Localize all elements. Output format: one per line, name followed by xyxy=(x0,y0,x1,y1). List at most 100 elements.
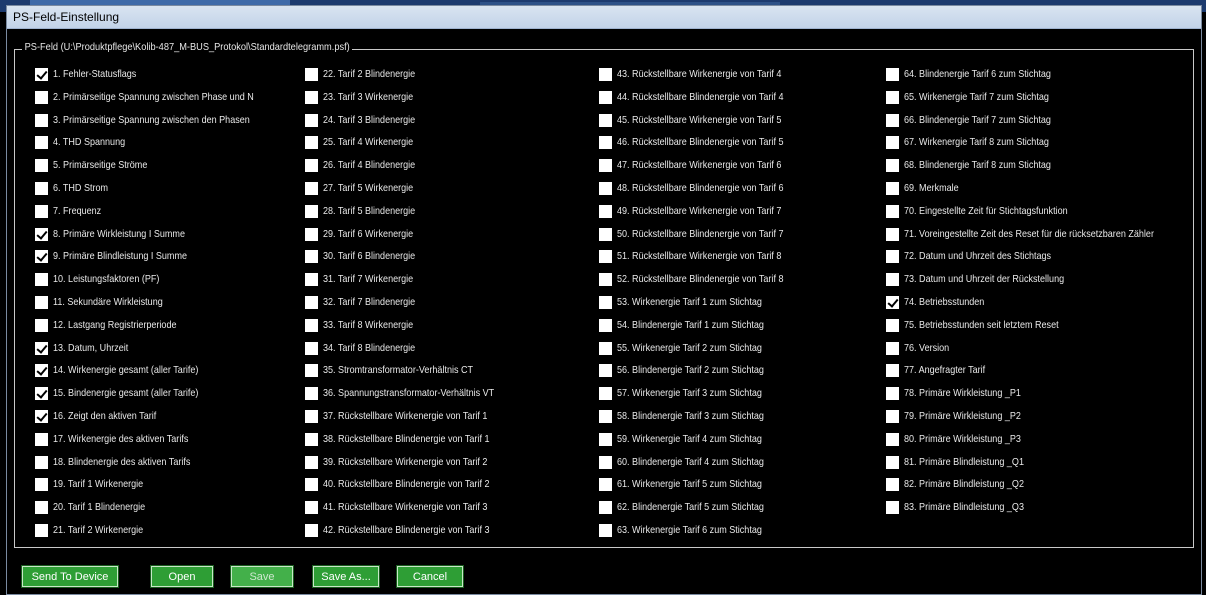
checkbox[interactable] xyxy=(305,409,318,423)
field-option[interactable]: 62. Blindenergie Tarif 5 zum Stichtag xyxy=(599,499,788,515)
field-option[interactable]: 28. Tarif 5 Blindenergie xyxy=(305,203,430,219)
checkbox[interactable] xyxy=(599,341,612,355)
field-option[interactable]: 78. Primäre Wirkleistung _P1 xyxy=(886,385,1040,401)
checkbox[interactable] xyxy=(35,500,48,514)
field-option[interactable]: 11. Sekundäre Wirkleistung xyxy=(35,294,181,310)
checkbox[interactable] xyxy=(305,158,318,172)
field-option[interactable]: 37. Rückstellbare Wirkenergie von Tarif … xyxy=(305,408,514,424)
checkbox[interactable] xyxy=(886,432,899,446)
checkbox[interactable] xyxy=(886,67,899,81)
checkbox[interactable] xyxy=(599,318,612,332)
checkbox[interactable] xyxy=(305,500,318,514)
save-button[interactable]: Save xyxy=(230,565,294,588)
checkbox[interactable] xyxy=(886,249,899,263)
checkbox[interactable] xyxy=(35,272,48,286)
checkbox[interactable] xyxy=(35,158,48,172)
checkbox[interactable] xyxy=(886,500,899,514)
field-option[interactable]: 61. Wirkenergie Tarif 5 zum Stichtag xyxy=(599,476,785,492)
checkbox[interactable] xyxy=(305,295,318,309)
checkbox[interactable] xyxy=(599,386,612,400)
checkbox[interactable] xyxy=(599,455,612,469)
save-as-button[interactable]: Save As... xyxy=(312,565,380,588)
field-option[interactable]: 3. Primärseitige Spannung zwischen den P… xyxy=(35,112,282,128)
field-option[interactable]: 67. Wirkenergie Tarif 8 zum Stichtag xyxy=(886,134,1072,150)
field-option[interactable]: 4. THD Spannung xyxy=(35,134,137,150)
field-option[interactable]: 57. Wirkenergie Tarif 3 zum Stichtag xyxy=(599,385,785,401)
checkbox[interactable] xyxy=(35,477,48,491)
field-option[interactable]: 68. Blindenergie Tarif 8 zum Stichtag xyxy=(886,157,1075,173)
field-option[interactable]: 69. Merkmale xyxy=(886,180,968,196)
field-option[interactable]: 23. Tarif 3 Wirkenergie xyxy=(305,89,428,105)
checkbox[interactable] xyxy=(886,363,899,377)
field-option[interactable]: 7. Frequenz xyxy=(35,203,109,219)
field-option[interactable]: 26. Tarif 4 Blindenergie xyxy=(305,157,430,173)
checkbox[interactable] xyxy=(599,204,612,218)
field-option[interactable]: 31. Tarif 7 Wirkenergie xyxy=(305,271,428,287)
checkbox[interactable] xyxy=(886,181,899,195)
field-option[interactable]: 48. Rückstellbare Blindenergie von Tarif… xyxy=(599,180,811,196)
field-option[interactable]: 52. Rückstellbare Blindenergie von Tarif… xyxy=(599,271,811,287)
field-option[interactable]: 24. Tarif 3 Blindenergie xyxy=(305,112,430,128)
checkbox[interactable] xyxy=(886,158,899,172)
field-option[interactable]: 64. Blindenergie Tarif 6 zum Stichtag xyxy=(886,66,1075,82)
checkbox[interactable] xyxy=(599,523,612,537)
field-option[interactable]: 20. Tarif 1 Blindenergie xyxy=(35,499,160,515)
field-option[interactable]: 74. Betriebsstunden xyxy=(886,294,997,310)
field-option[interactable]: 6. THD Strom xyxy=(35,180,117,196)
field-option[interactable]: 15. Bindenergie gesamt (aller Tarife) xyxy=(35,385,222,401)
checkbox[interactable] xyxy=(305,90,318,104)
checkbox[interactable] xyxy=(886,113,899,127)
checkbox[interactable] xyxy=(599,227,612,241)
checkbox[interactable] xyxy=(886,90,899,104)
checkbox[interactable] xyxy=(305,249,318,263)
field-option[interactable]: 40. Rückstellbare Blindenergie von Tarif… xyxy=(305,476,517,492)
field-option[interactable]: 55. Wirkenergie Tarif 2 zum Stichtag xyxy=(599,340,785,356)
checkbox[interactable] xyxy=(35,341,48,355)
checkbox[interactable] xyxy=(35,113,48,127)
checkbox[interactable] xyxy=(886,477,899,491)
checkbox[interactable] xyxy=(35,135,48,149)
field-option[interactable]: 46. Rückstellbare Blindenergie von Tarif… xyxy=(599,134,811,150)
checkbox[interactable] xyxy=(35,249,48,263)
field-option[interactable]: 58. Blindenergie Tarif 3 zum Stichtag xyxy=(599,408,788,424)
field-option[interactable]: 70. Eingestellte Zeit für Stichtagsfunkt… xyxy=(886,203,1094,219)
field-option[interactable]: 81. Primäre Blindleistung _Q1 xyxy=(886,454,1044,470)
checkbox[interactable] xyxy=(886,455,899,469)
field-option[interactable]: 29. Tarif 6 Wirkenergie xyxy=(305,226,428,242)
field-option[interactable]: 30. Tarif 6 Blindenergie xyxy=(305,248,430,264)
field-option[interactable]: 75. Betriebsstunden seit letztem Reset xyxy=(886,317,1084,333)
checkbox[interactable] xyxy=(599,113,612,127)
checkbox[interactable] xyxy=(35,386,48,400)
checkbox[interactable] xyxy=(305,272,318,286)
field-option[interactable]: 2. Primärseitige Spannung zwischen Phase… xyxy=(35,89,286,105)
open-button[interactable]: Open xyxy=(150,565,214,588)
field-option[interactable]: 77. Angefragter Tarif xyxy=(886,362,998,378)
checkbox[interactable] xyxy=(599,158,612,172)
checkbox[interactable] xyxy=(35,409,48,423)
field-option[interactable]: 21. Tarif 2 Wirkenergie xyxy=(35,522,158,538)
field-option[interactable]: 50. Rückstellbare Blindenergie von Tarif… xyxy=(599,226,811,242)
field-option[interactable]: 71. Voreingestellte Zeit des Reset für d… xyxy=(886,226,1195,242)
field-option[interactable]: 76. Version xyxy=(886,340,957,356)
checkbox[interactable] xyxy=(35,523,48,537)
field-option[interactable]: 72. Datum und Uhrzeit des Stichtags xyxy=(886,248,1075,264)
checkbox[interactable] xyxy=(305,477,318,491)
field-option[interactable]: 59. Wirkenergie Tarif 4 zum Stichtag xyxy=(599,431,785,447)
checkbox[interactable] xyxy=(599,295,612,309)
checkbox[interactable] xyxy=(886,295,899,309)
checkbox[interactable] xyxy=(35,90,48,104)
field-option[interactable]: 47. Rückstellbare Wirkenergie von Tarif … xyxy=(599,157,808,173)
title-bar[interactable]: PS-Feld-Einstellung xyxy=(7,6,1201,29)
checkbox[interactable] xyxy=(886,386,899,400)
field-option[interactable]: 49. Rückstellbare Wirkenergie von Tarif … xyxy=(599,203,808,219)
checkbox[interactable] xyxy=(599,272,612,286)
field-option[interactable]: 82. Primäre Blindleistung _Q2 xyxy=(886,476,1044,492)
checkbox[interactable] xyxy=(599,432,612,446)
field-option[interactable]: 54. Blindenergie Tarif 1 zum Stichtag xyxy=(599,317,788,333)
field-option[interactable]: 22. Tarif 2 Blindenergie xyxy=(305,66,430,82)
checkbox[interactable] xyxy=(886,135,899,149)
checkbox[interactable] xyxy=(35,318,48,332)
checkbox[interactable] xyxy=(599,67,612,81)
cancel-button[interactable]: Cancel xyxy=(396,565,464,588)
field-option[interactable]: 10. Leistungsfaktoren (PF) xyxy=(35,271,177,287)
